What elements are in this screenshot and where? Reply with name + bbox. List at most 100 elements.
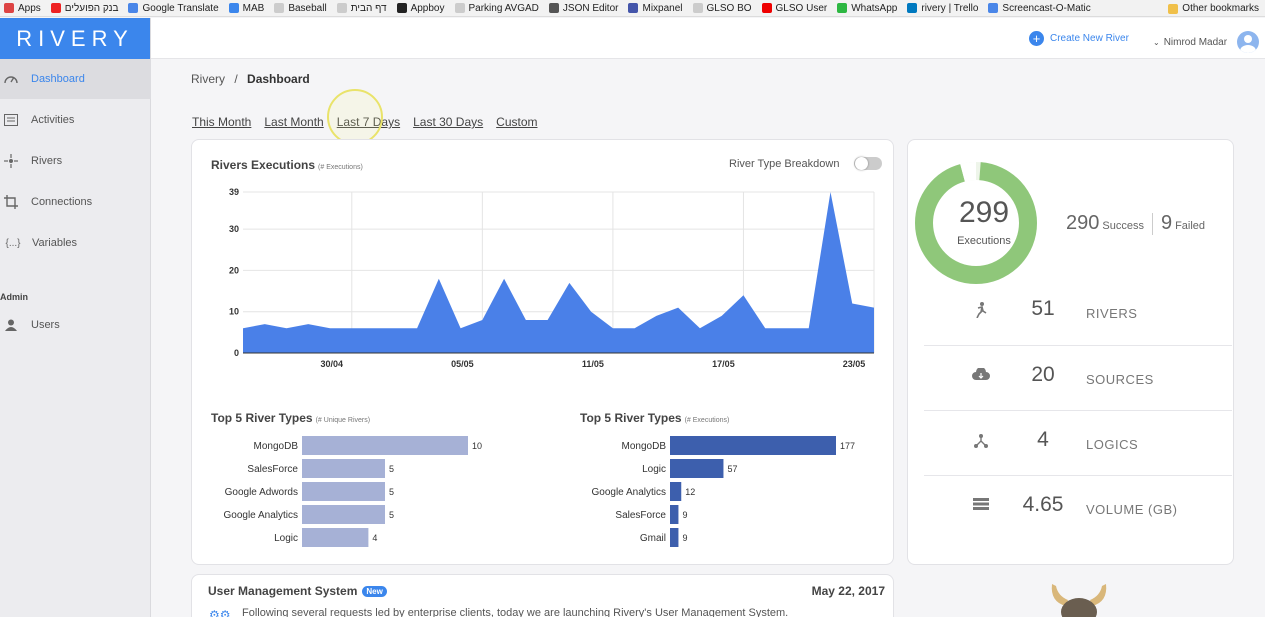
youtube-icon (761, 3, 772, 13)
bookmark-item[interactable]: rivery | Trello (903, 0, 984, 16)
top-types-exec-title-text: Top 5 River Types (580, 411, 682, 425)
bar-category-label: MongoDB (254, 441, 299, 452)
executions-total-label: Executions (957, 235, 1011, 247)
sidebar-item-label: Dashboard (31, 73, 85, 85)
breadcrumb-separator: / (234, 72, 238, 86)
bookmark-label: GLSO BO (706, 2, 752, 14)
user-name: Nimrod Madar (1163, 36, 1228, 48)
executions-panel: Rivers Executions (# Executions) River Ty… (191, 139, 894, 565)
bar-value-label: 5 (389, 464, 394, 474)
x-tick-label: 05/05 (451, 359, 474, 369)
activities-list-icon (3, 113, 19, 127)
bar-value-label: 9 (682, 533, 687, 543)
bookmark-label: Google Translate (142, 2, 219, 14)
y-tick-label: 20 (229, 265, 239, 275)
range-last-month[interactable]: Last Month (264, 115, 323, 129)
bar-category-label: Google Analytics (224, 510, 299, 521)
news-title-text[interactable]: User Management System (208, 584, 357, 598)
gears-icon: ⚙⚙ (209, 608, 231, 617)
x-tick-label: 17/05 (712, 359, 735, 369)
bookmark-item[interactable]: Google Translate (124, 0, 224, 16)
bookmark-item[interactable]: Parking AVGAD (451, 0, 545, 16)
top-types-rivers-subtitle: (# Unique Rivers) (315, 417, 371, 424)
y-tick-label: 10 (229, 307, 239, 317)
bar-category-label: Logic (274, 533, 298, 544)
breadcrumb-root[interactable]: Rivery (191, 72, 225, 86)
sidebar-item-dashboard[interactable]: Dashboard (0, 59, 151, 99)
bookmark-label: MAB (242, 2, 265, 14)
sidebar-item-users[interactable]: Users (0, 305, 151, 345)
bookmark-item[interactable]: GLSO BO (689, 0, 758, 16)
bookmark-label: rivery | Trello (921, 2, 979, 14)
bookmark-item[interactable]: דף הבית (333, 0, 393, 16)
page-icon (336, 3, 347, 13)
bookmark-label: WhatsApp (851, 2, 898, 14)
bookmark-item[interactable]: WhatsApp (833, 0, 903, 16)
stat-row-logics: 4 LOGICS (924, 410, 1232, 475)
bookmark-label: GLSO User (775, 2, 828, 14)
whatsapp-icon (837, 3, 848, 13)
user-icon (3, 318, 19, 332)
connections-crop-icon (3, 195, 19, 209)
logics-label: LOGICS (1086, 437, 1139, 452)
breadcrumb-current: Dashboard (247, 72, 310, 86)
sidebar-item-label: Activities (31, 114, 75, 126)
variables-braces-icon: {...} (5, 237, 21, 249)
x-tick-label: 23/05 (843, 359, 866, 369)
bar (302, 482, 385, 501)
top-types-exec-chart: MongoDB 177 Logic 57 Google Analytics 12 Sales… (592, 436, 855, 547)
bar-value-label: 10 (472, 441, 482, 451)
dashboard-gauge-icon (3, 72, 19, 86)
volume-label: VOLUME (GB) (1086, 502, 1178, 517)
admin-section-label: Admin (0, 292, 28, 302)
bookmark-item[interactable]: JSON Editor (545, 0, 625, 16)
bar (670, 528, 679, 547)
sidebar-item-activities[interactable]: Activities (0, 100, 151, 140)
river-type-breakdown-label: River Type Breakdown (729, 158, 840, 170)
rivery-logo[interactable]: RIVERY (0, 18, 150, 59)
breadcrumb: Rivery / Dashboard (191, 72, 310, 86)
bookmark-label: JSON Editor (562, 2, 619, 14)
stat-row-sources: 20 SOURCES (924, 345, 1232, 410)
bar-category-label: SalesForce (247, 464, 298, 475)
other-bookmarks[interactable]: Other bookmarks (1162, 0, 1265, 16)
bookmark-item[interactable]: GLSO User (758, 0, 834, 16)
sidebar-item-variables[interactable]: {...} Variables (0, 223, 151, 263)
sidebar-item-label: Variables (32, 237, 78, 249)
bookmark-item[interactable]: בנק הפועלים (47, 0, 125, 16)
bar (670, 482, 682, 501)
chevron-down-icon: ⌄ (1153, 37, 1160, 47)
sidebar-item-connections[interactable]: Connections (0, 182, 151, 222)
bar (670, 436, 836, 455)
executions-title: Rivers Executions (# Executions) (211, 158, 363, 172)
range-custom[interactable]: Custom (496, 115, 537, 129)
top-types-exec-title: Top 5 River Types (# Executions) (580, 411, 729, 425)
bar (670, 459, 724, 478)
y-tick-label: 0 (234, 348, 239, 358)
bookmark-item[interactable]: Screencast-O-Matic (984, 0, 1096, 16)
bookmark-item[interactable]: Mixpanel (624, 0, 688, 16)
bookmark-item[interactable]: MAB (225, 0, 271, 16)
page-icon (692, 3, 703, 13)
bookmark-label: Mixpanel (642, 2, 683, 14)
executions-area-series (243, 192, 874, 353)
bar-category-label: MongoDB (622, 441, 667, 452)
bookmark-item[interactable]: Baseball (270, 0, 332, 16)
json-icon (548, 3, 559, 13)
bar (302, 528, 369, 547)
bookmark-item[interactable]: Apps (0, 0, 47, 16)
user-menu[interactable]: ⌄ Nimrod Madar (1153, 31, 1260, 53)
sidebar-item-rivers[interactable]: Rivers (0, 141, 151, 181)
top-types-exec-subtitle: (# Executions) (684, 417, 730, 424)
bar-value-label: 9 (682, 510, 687, 520)
logic-fork-icon (972, 433, 990, 451)
range-last-30-days[interactable]: Last 30 Days (413, 115, 483, 129)
range-this-month[interactable]: This Month (192, 115, 251, 129)
bookmark-item[interactable]: Appboy (393, 0, 451, 16)
bookmark-label: Baseball (288, 2, 327, 14)
avatar[interactable] (1237, 31, 1260, 53)
river-type-breakdown-toggle[interactable] (854, 157, 882, 170)
bar (670, 505, 679, 524)
x-tick-label: 30/04 (321, 359, 344, 369)
create-new-river-button[interactable]: + Create New River (1029, 31, 1129, 46)
